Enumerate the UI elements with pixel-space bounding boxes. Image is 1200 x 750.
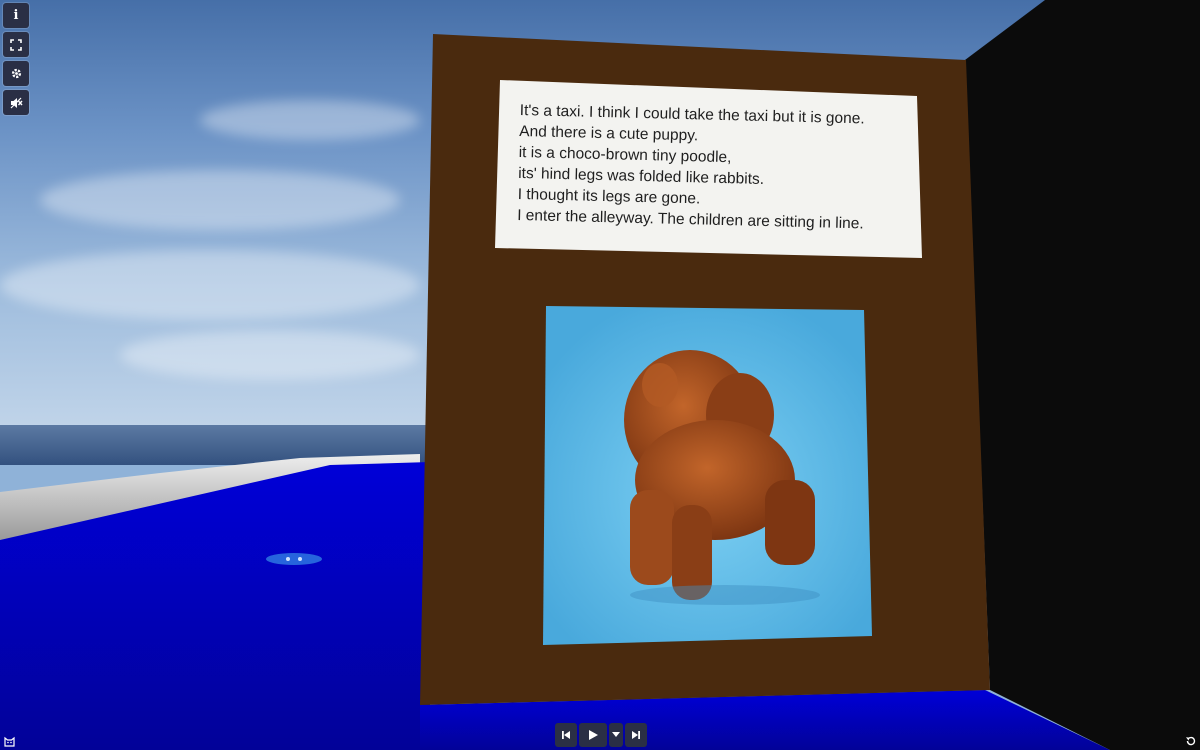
play-button[interactable] — [579, 723, 607, 747]
skip-forward-icon — [632, 731, 640, 739]
info-button[interactable]: i — [3, 3, 29, 28]
cat-face-icon — [3, 736, 15, 747]
next-button[interactable] — [625, 723, 647, 747]
floor-marker-dot — [286, 557, 290, 561]
media-controls — [555, 723, 647, 747]
3d-viewport[interactable]: It's a taxi. I think I could take the ta… — [0, 0, 1200, 750]
floor-marker-dot — [298, 557, 302, 561]
gear-icon — [11, 68, 21, 79]
sound-off-icon — [10, 97, 23, 108]
settings-button[interactable] — [3, 61, 29, 86]
play-icon — [589, 730, 598, 740]
info-icon: i — [13, 8, 19, 23]
reset-view-button[interactable] — [1184, 734, 1198, 748]
exhibit-text: It's a taxi. I think I could take the ta… — [517, 100, 915, 236]
play-options-dropdown[interactable] — [609, 723, 623, 747]
black-wall — [965, 0, 1200, 750]
previous-button[interactable] — [555, 723, 577, 747]
fullscreen-icon — [10, 38, 22, 51]
left-toolbar: i — [3, 3, 29, 115]
caret-down-icon — [612, 732, 620, 737]
skip-back-icon — [562, 731, 570, 739]
mute-button[interactable] — [3, 90, 29, 115]
cat-face-button[interactable] — [2, 734, 16, 748]
floor-marker[interactable] — [266, 553, 322, 565]
reset-view-icon — [1186, 736, 1196, 746]
fullscreen-button[interactable] — [3, 32, 29, 57]
